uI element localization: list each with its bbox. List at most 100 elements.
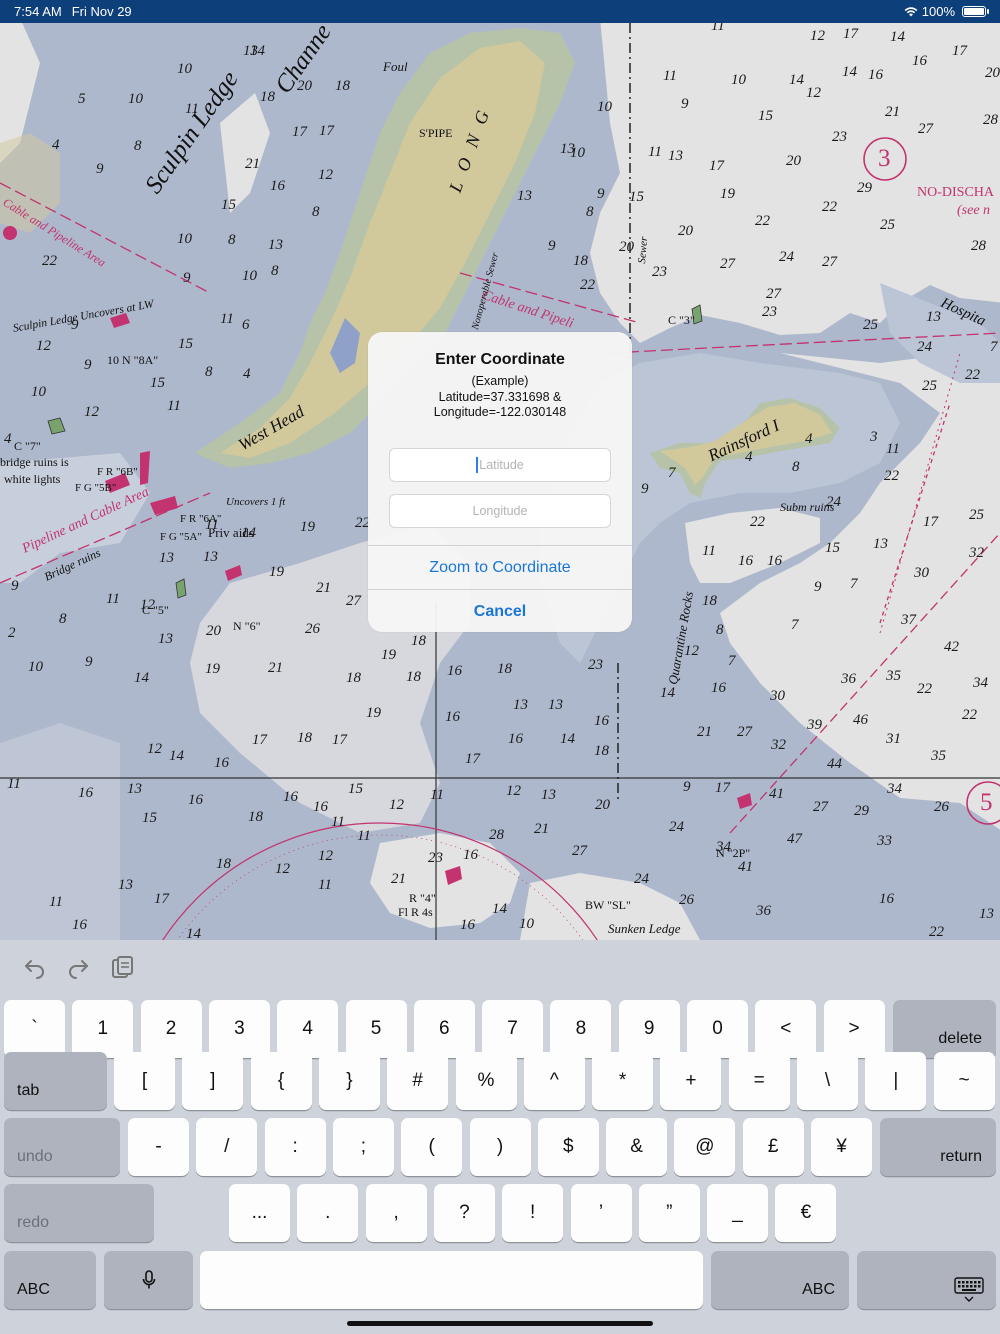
key-row4-6[interactable]: ” xyxy=(638,1184,700,1242)
key-label: > xyxy=(848,1018,860,1039)
redo-key[interactable]: redo xyxy=(4,1184,154,1242)
key-row4-8[interactable]: € xyxy=(775,1184,837,1242)
key-row3-8[interactable]: @ xyxy=(674,1118,736,1176)
dialog-example-line-2: Latitude=37.331698 & xyxy=(438,389,562,404)
key-label: _ xyxy=(732,1202,743,1223)
key-label: ! xyxy=(530,1202,536,1223)
key-row2-10[interactable]: \ xyxy=(797,1052,858,1110)
return-key[interactable]: return xyxy=(880,1118,996,1176)
key-row3-9[interactable]: £ xyxy=(742,1118,804,1176)
dismiss-keyboard-key[interactable] xyxy=(857,1251,996,1309)
key-row2-11[interactable]: | xyxy=(865,1052,927,1110)
key-row3-3[interactable]: ; xyxy=(332,1118,394,1176)
key-row1-12[interactable]: > xyxy=(823,1000,885,1058)
key-row3-10[interactable]: ¥ xyxy=(811,1118,872,1176)
key-row4-0[interactable]: ... xyxy=(229,1184,290,1242)
key-row1-1[interactable]: 1 xyxy=(72,1000,134,1058)
key-row3-5[interactable]: ) xyxy=(469,1118,531,1176)
delete-key-label: delete xyxy=(938,1030,982,1047)
delete-key[interactable]: delete xyxy=(893,1000,996,1058)
key-label: 4 xyxy=(302,1018,313,1039)
key-label: 1 xyxy=(97,1018,109,1039)
key-row1-8[interactable]: 8 xyxy=(550,1000,612,1058)
battery-icon xyxy=(962,6,989,17)
key-row1-3[interactable]: 3 xyxy=(208,1000,270,1058)
paste-icon[interactable] xyxy=(109,954,135,980)
key-label: { xyxy=(277,1070,285,1091)
status-bar: 7:54 AM Fri Nov 29 100% xyxy=(0,0,1000,23)
key-row3-6[interactable]: $ xyxy=(537,1118,599,1176)
key-label: ( xyxy=(428,1136,435,1157)
key-row4-4[interactable]: ! xyxy=(502,1184,564,1242)
key-label: € xyxy=(800,1202,812,1223)
key-row4-2[interactable]: , xyxy=(365,1184,427,1242)
key-row4-5[interactable]: ’ xyxy=(570,1184,632,1242)
key-label: 0 xyxy=(712,1018,723,1039)
space-key[interactable] xyxy=(200,1251,703,1309)
key-row2-8[interactable]: + xyxy=(660,1052,722,1110)
key-label: 2 xyxy=(165,1018,177,1039)
key-label: / xyxy=(224,1136,230,1157)
key-row4-1[interactable]: . xyxy=(297,1184,359,1242)
key-row2-3[interactable]: } xyxy=(318,1052,380,1110)
key-row1-5[interactable]: 5 xyxy=(345,1000,407,1058)
key-row1-6[interactable]: 6 xyxy=(413,1000,475,1058)
status-date: Fri Nov 29 xyxy=(71,4,132,19)
key-label: 3 xyxy=(234,1018,245,1039)
key-row1-11[interactable]: < xyxy=(755,1000,817,1058)
key-label: | xyxy=(893,1070,899,1091)
status-time: 7:54 AM xyxy=(14,4,62,19)
home-indicator[interactable] xyxy=(347,1321,653,1326)
redo-icon[interactable] xyxy=(65,954,91,980)
key-row1-7[interactable]: 7 xyxy=(482,1000,544,1058)
key-row2-6[interactable]: ^ xyxy=(523,1052,585,1110)
key-label: + xyxy=(685,1070,697,1091)
key-label: 5 xyxy=(370,1018,382,1039)
key-row2-1[interactable]: ] xyxy=(182,1052,244,1110)
key-row3-4[interactable]: ( xyxy=(401,1118,463,1176)
key-label: ” xyxy=(666,1202,673,1223)
abc-key-left[interactable]: ABC xyxy=(4,1251,96,1309)
return-key-label: return xyxy=(940,1148,982,1165)
key-label: = xyxy=(753,1070,765,1091)
key-row2-2[interactable]: { xyxy=(250,1052,312,1110)
latitude-field[interactable]: Latitude xyxy=(389,448,611,482)
key-row2-5[interactable]: % xyxy=(455,1052,517,1110)
key-row2-12[interactable]: ~ xyxy=(933,1052,995,1110)
key-row4-3[interactable]: ? xyxy=(433,1184,495,1242)
key-row3-0[interactable]: - xyxy=(128,1118,189,1176)
key-row2-4[interactable]: # xyxy=(387,1052,449,1110)
key-row3-2[interactable]: : xyxy=(264,1118,326,1176)
dictation-key[interactable] xyxy=(104,1251,193,1309)
key-row2-7[interactable]: * xyxy=(592,1052,654,1110)
key-row4-7[interactable]: _ xyxy=(707,1184,769,1242)
abc-key-label: ABC xyxy=(17,1281,50,1298)
key-row3-7[interactable]: & xyxy=(606,1118,668,1176)
dialog-title: Enter Coordinate xyxy=(435,351,565,368)
key-row1-2[interactable]: 2 xyxy=(140,1000,202,1058)
abc-key-label: ABC xyxy=(802,1281,835,1298)
key-label: & xyxy=(630,1136,643,1157)
key-row2-0[interactable]: [ xyxy=(114,1052,175,1110)
undo-key[interactable]: undo xyxy=(4,1118,120,1176)
key-row3-1[interactable]: / xyxy=(196,1118,258,1176)
abc-key-right[interactable]: ABC xyxy=(711,1251,849,1309)
key-row1-10[interactable]: 0 xyxy=(687,1000,748,1058)
key-row2-9[interactable]: = xyxy=(728,1052,790,1110)
longitude-field[interactable]: Longitude xyxy=(389,494,611,528)
key-label: ... xyxy=(251,1202,268,1223)
key-row1-9[interactable]: 9 xyxy=(618,1000,680,1058)
key-label: } xyxy=(346,1070,353,1091)
cancel-button[interactable]: Cancel xyxy=(368,590,632,632)
key-label: ^ xyxy=(549,1070,559,1091)
undo-key-label: undo xyxy=(17,1148,53,1165)
key-row1-4[interactable]: 4 xyxy=(277,1000,339,1058)
enter-coordinate-dialog: Enter Coordinate (Example) Latitude=37.3… xyxy=(368,332,632,632)
dialog-example-line-3: Longitude=-122.030148 xyxy=(433,405,567,419)
key-label: ? xyxy=(459,1202,470,1223)
key-row1-0[interactable]: ` xyxy=(4,1000,65,1058)
tab-key[interactable]: tab xyxy=(4,1052,107,1110)
key-label: \ xyxy=(824,1070,831,1091)
undo-icon[interactable] xyxy=(22,954,48,980)
zoom-to-coordinate-button[interactable]: Zoom to Coordinate xyxy=(368,546,632,590)
